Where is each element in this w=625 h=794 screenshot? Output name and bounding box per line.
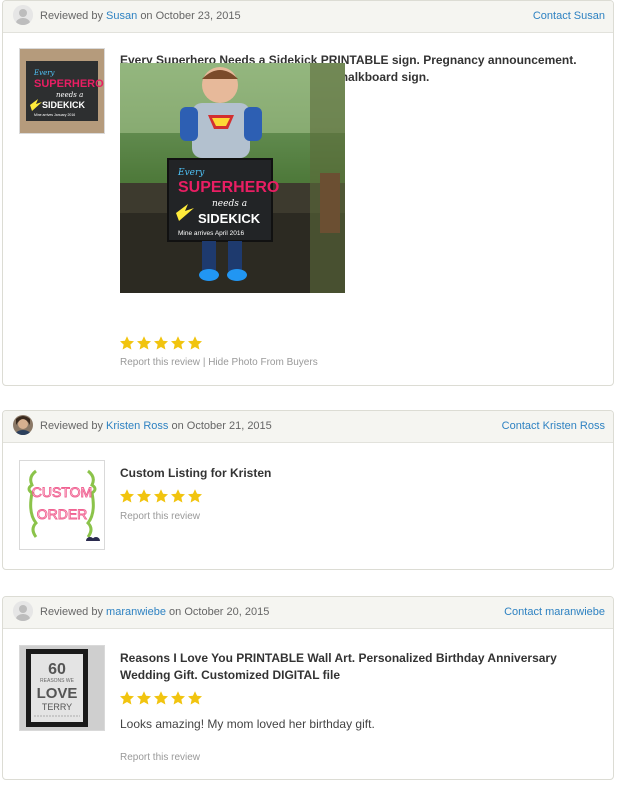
star-icon <box>171 489 185 503</box>
reviewer-link[interactable]: Kristen Ross <box>106 420 168 432</box>
contact-reviewer-link[interactable]: Contact maranwiebe <box>504 606 605 618</box>
listing-title-line: Wedding Gift. Customized DIGITAL file <box>120 668 340 682</box>
photo-sign-text: Every <box>177 168 205 178</box>
child-holding-sign-photo: Every SUPERHERO needs a SIDEKICK Mine ar… <box>120 63 345 293</box>
listing-thumbnail[interactable]: Every SUPERHERO needs a SIDEKICK Mine ar… <box>19 48 105 134</box>
thumb-text: 60 <box>48 661 66 678</box>
default-avatar-icon <box>13 5 33 25</box>
thumb-text: Every <box>33 69 56 77</box>
photo-sign-text: SIDEKICK <box>198 211 261 226</box>
framed-wall-art-thumbnail: 60 REASONS WE LOVE TERRY <box>20 646 104 730</box>
listing-title[interactable]: Reasons I Love You PRINTABLE Wall Art. P… <box>120 650 557 684</box>
reviewer-link[interactable]: maranwiebe <box>106 606 166 618</box>
custom-order-thumbnail: CUSTOM ORDER <box>20 461 104 549</box>
reviewer-line: Reviewed by maranwiebe on October 20, 20… <box>40 606 269 618</box>
review-text: Looks amazing! My mom loved her birthday… <box>120 717 375 731</box>
star-icon <box>171 691 185 705</box>
star-icon <box>154 336 168 350</box>
review-header: Reviewed by Kristen Ross on October 21, … <box>3 411 613 443</box>
reviewer-line: Reviewed by Kristen Ross on October 21, … <box>40 420 272 432</box>
listing-title[interactable]: Custom Listing for Kristen <box>120 465 271 482</box>
star-icon <box>137 489 151 503</box>
default-avatar-icon <box>13 601 33 621</box>
review-actions: Report this review | Hide Photo From Buy… <box>120 357 318 368</box>
review-actions: Report this review <box>120 511 200 522</box>
review-header: Reviewed by Susan on October 23, 2015 Co… <box>3 1 613 33</box>
user-photo-avatar <box>13 415 33 435</box>
photo-sign-text: SUPERHERO <box>178 179 279 196</box>
thumb-text: Mine arrives January 2016 <box>34 113 75 117</box>
star-icon <box>120 489 134 503</box>
review-photo[interactable]: Every SUPERHERO needs a SIDEKICK Mine ar… <box>120 63 345 293</box>
star-icon <box>137 691 151 705</box>
hide-photo-link[interactable]: Hide Photo From Buyers <box>208 357 318 368</box>
separator: | <box>202 357 206 368</box>
star-icon <box>154 489 168 503</box>
listing-thumbnail[interactable]: CUSTOM ORDER <box>19 460 105 550</box>
thumb-text: ORDER <box>37 506 88 522</box>
thumb-text: SIDEKICK <box>42 100 86 110</box>
thumb-text: needs a <box>56 91 83 99</box>
review-card: Reviewed by Susan on October 23, 2015 Co… <box>2 0 614 386</box>
star-icon <box>188 489 202 503</box>
report-review-link[interactable]: Report this review <box>120 357 200 368</box>
thumb-text: TERRY <box>42 702 72 712</box>
listing-title-line: Reasons I Love You PRINTABLE Wall Art. P… <box>120 651 557 665</box>
review-card: Reviewed by maranwiebe on October 20, 20… <box>2 596 614 780</box>
avatar[interactable] <box>13 415 33 435</box>
review-card: Reviewed by Kristen Ross on October 21, … <box>2 410 614 570</box>
reviewed-by-label: Reviewed by <box>40 420 103 432</box>
date-prefix: on <box>140 10 153 22</box>
thumb-text: LOVE <box>37 685 78 702</box>
thumb-text: CUSTOM <box>32 484 92 500</box>
contact-reviewer-link[interactable]: Contact Susan <box>533 10 605 22</box>
star-icon <box>188 691 202 705</box>
reviewer-line: Reviewed by Susan on October 23, 2015 <box>40 10 241 22</box>
thumb-text: SUPERHERO <box>34 78 104 90</box>
review-date: October 21, 2015 <box>186 420 272 432</box>
review-actions: Report this review <box>120 752 200 763</box>
listing-thumbnail[interactable]: 60 REASONS WE LOVE TERRY <box>19 645 105 731</box>
star-rating <box>119 690 203 706</box>
reviewer-link[interactable]: Susan <box>106 10 137 22</box>
star-icon <box>137 336 151 350</box>
date-prefix: on <box>171 420 184 432</box>
star-icon <box>120 691 134 705</box>
star-icon <box>154 691 168 705</box>
review-header: Reviewed by maranwiebe on October 20, 20… <box>3 597 613 629</box>
star-rating <box>119 335 203 351</box>
date-prefix: on <box>169 606 182 618</box>
reviewed-by-label: Reviewed by <box>40 10 103 22</box>
review-date: October 20, 2015 <box>184 606 270 618</box>
photo-sign-text: needs a <box>212 199 247 209</box>
photo-sign-text: Mine arrives April 2016 <box>178 230 244 237</box>
star-icon <box>171 336 185 350</box>
star-rating <box>119 488 203 504</box>
listing-title-line: Custom Listing for Kristen <box>120 466 272 480</box>
star-icon <box>188 336 202 350</box>
thumb-text: REASONS WE <box>40 678 75 684</box>
reviewed-by-label: Reviewed by <box>40 606 103 618</box>
chalkboard-sign-thumbnail: Every SUPERHERO needs a SIDEKICK Mine ar… <box>20 49 104 133</box>
avatar[interactable] <box>13 5 33 25</box>
contact-reviewer-link[interactable]: Contact Kristen Ross <box>502 420 605 432</box>
star-icon <box>120 336 134 350</box>
report-review-link[interactable]: Report this review <box>120 752 200 763</box>
report-review-link[interactable]: Report this review <box>120 511 200 522</box>
review-date: October 23, 2015 <box>155 10 241 22</box>
avatar[interactable] <box>13 601 33 621</box>
